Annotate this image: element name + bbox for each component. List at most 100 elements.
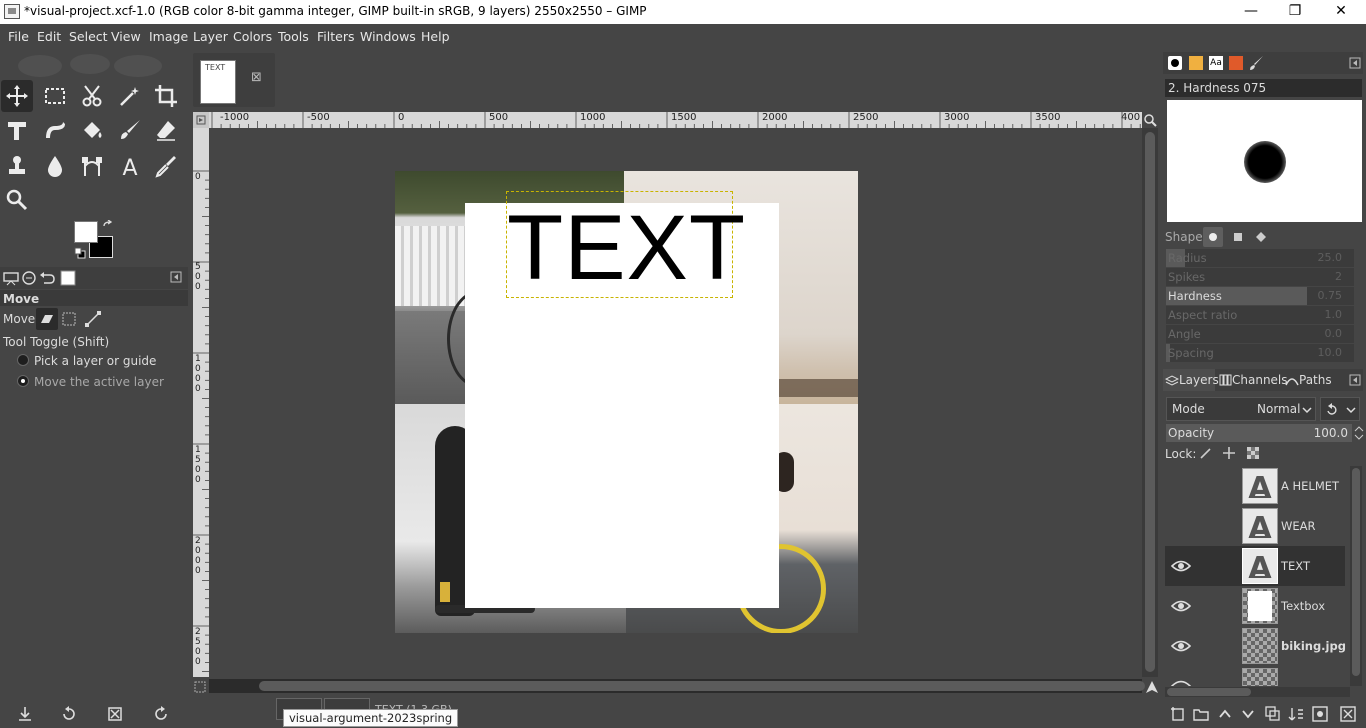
warp-transform-tool-button[interactable]	[39, 114, 71, 146]
eye-icon[interactable]	[1171, 598, 1191, 614]
angle-slider[interactable]: Angle 0.0	[1166, 325, 1354, 343]
paths-tab[interactable]: Paths	[1285, 369, 1335, 391]
fonts-tab[interactable]: Aa	[1209, 56, 1223, 70]
vertical-scrollbar[interactable]	[1142, 128, 1158, 677]
delete-tool-preset-icon[interactable]	[106, 705, 124, 723]
layer-row-textbox[interactable]: Textbox	[1165, 586, 1345, 626]
diamond-shape-icon[interactable]	[1252, 228, 1270, 246]
reset-tool-options-icon[interactable]	[152, 705, 170, 723]
paintbrush-tool-button[interactable]	[114, 114, 146, 146]
brushes-configure-icon[interactable]	[1349, 57, 1361, 69]
lower-layer-icon[interactable]	[1240, 706, 1256, 722]
pick-layer-radio[interactable]	[17, 354, 29, 366]
layer-row-wear[interactable]: A WEAR	[1165, 506, 1345, 546]
channels-tab[interactable]: Channels	[1217, 369, 1288, 391]
horizontal-scroll-thumb[interactable]	[259, 681, 1145, 691]
patterns-tab[interactable]	[1189, 56, 1203, 70]
text-layer[interactable]: TEXT	[506, 191, 745, 298]
zoom-image-when-window-size-changes-icon[interactable]	[1142, 112, 1158, 128]
layers-horizontal-scrollbar[interactable]	[1165, 687, 1350, 697]
ruler-corner[interactable]	[193, 112, 209, 128]
restore-tool-preset-icon[interactable]	[60, 705, 78, 723]
default-colors-icon[interactable]	[74, 247, 86, 259]
close-image-tab-icon[interactable]: ⊠	[251, 70, 262, 85]
quick-mask-button[interactable]	[193, 680, 209, 694]
menu-file[interactable]: File	[8, 29, 29, 44]
layers-h-scroll-thumb[interactable]	[1167, 688, 1251, 696]
layers-scroll-thumb[interactable]	[1352, 468, 1360, 676]
menu-layer[interactable]: Layer	[193, 29, 228, 44]
device-status-tab-icon[interactable]	[20, 269, 38, 287]
opacity-slider[interactable]: Opacity 100.0	[1166, 424, 1352, 442]
eye-icon[interactable]	[1171, 638, 1191, 654]
menu-windows[interactable]: Windows	[360, 29, 416, 44]
layer-mode-dropdown[interactable]: Mode Normal	[1166, 397, 1316, 421]
menu-image[interactable]: Image	[149, 29, 188, 44]
paths-tool-button[interactable]	[76, 150, 108, 182]
move-active-layer-radio[interactable]	[17, 375, 29, 387]
raise-layer-icon[interactable]	[1217, 706, 1233, 722]
layers-configure-icon[interactable]	[1349, 374, 1361, 386]
move-tool-button[interactable]	[1, 80, 33, 112]
menu-colors[interactable]: Colors	[233, 29, 272, 44]
circle-shape-button[interactable]	[1203, 227, 1223, 247]
restore-button[interactable]: ❐	[1272, 0, 1318, 24]
spikes-slider[interactable]: Spikes 2	[1166, 268, 1354, 286]
lock-alpha-icon[interactable]	[1246, 446, 1260, 460]
tool-presets-tab[interactable]	[1229, 56, 1243, 70]
layer-row-partial[interactable]	[1165, 666, 1345, 686]
zoom-tool-button[interactable]	[1, 184, 33, 216]
eraser-tool-button[interactable]	[150, 114, 182, 146]
move-selection-mode-button[interactable]	[61, 311, 77, 327]
undo-history-tab-icon[interactable]	[38, 269, 56, 287]
crop-tool-button[interactable]	[150, 80, 182, 112]
menu-edit[interactable]: Edit	[37, 29, 61, 44]
scissors-select-tool-button[interactable]	[76, 80, 108, 112]
duplicate-layer-icon[interactable]	[1265, 706, 1281, 722]
radius-slider[interactable]: Radius 25.0	[1166, 249, 1354, 267]
layers-vertical-scrollbar[interactable]	[1350, 466, 1362, 686]
bucket-fill-tool-button[interactable]	[76, 114, 108, 146]
eye-icon[interactable]	[1171, 678, 1191, 686]
clone-tool-button[interactable]	[1, 150, 33, 182]
horizontal-scrollbar[interactable]	[209, 679, 1145, 693]
move-layer-mode-button[interactable]	[36, 308, 58, 330]
configure-tab-icon[interactable]	[170, 271, 182, 283]
menu-view[interactable]: View	[111, 29, 141, 44]
fuzzy-select-tool-button[interactable]	[114, 80, 146, 112]
layers-tab[interactable]: Layers	[1163, 369, 1219, 391]
lock-position-icon[interactable]	[1222, 446, 1236, 460]
new-layer-group-icon[interactable]	[1193, 706, 1209, 722]
horizontal-ruler[interactable]: -1000 -500 0 500 1000 1500 2000 2500 300…	[209, 112, 1142, 128]
layer-mask-icon[interactable]	[1312, 706, 1328, 722]
square-shape-icon[interactable]	[1229, 228, 1247, 246]
layer-row-biking[interactable]: biking.jpg	[1165, 626, 1346, 666]
pick-layer-label[interactable]: Pick a layer or guide	[34, 354, 156, 368]
merge-layer-icon[interactable]	[1288, 706, 1304, 722]
layers-list[interactable]: A A HELMET A WEAR A TEXT Textbox biking.…	[1160, 466, 1350, 686]
text-tool-button[interactable]: A	[114, 150, 146, 182]
spacing-slider[interactable]: Spacing 10.0	[1166, 344, 1354, 362]
foreground-color-swatch[interactable]	[74, 221, 98, 243]
brushes-tab[interactable]	[1168, 56, 1182, 70]
smudge-tool-button[interactable]	[39, 150, 71, 182]
layer-row-a-helmet[interactable]: A A HELMET	[1165, 466, 1345, 506]
composite-mode-button[interactable]	[1320, 397, 1360, 421]
minimize-button[interactable]: —	[1228, 0, 1274, 24]
hardness-slider[interactable]: Hardness 0.75	[1166, 287, 1354, 305]
navigate-image-icon[interactable]	[1144, 679, 1160, 695]
close-window-button[interactable]: ✕	[1318, 0, 1364, 24]
menu-tools[interactable]: Tools	[278, 29, 309, 44]
aspect-ratio-slider[interactable]: Aspect ratio 1.0	[1166, 306, 1354, 324]
move-active-layer-label[interactable]: Move the active layer	[34, 375, 164, 389]
unified-transform-tool-button[interactable]	[1, 114, 33, 146]
delete-layer-icon[interactable]	[1340, 706, 1356, 722]
rect-select-tool-button[interactable]	[39, 80, 71, 112]
vertical-scroll-thumb[interactable]	[1145, 132, 1155, 672]
new-layer-icon[interactable]	[1170, 706, 1186, 722]
images-tab-icon[interactable]	[59, 269, 77, 287]
save-tool-preset-icon[interactable]	[16, 705, 34, 723]
image-canvas[interactable]: TEXT	[209, 128, 1142, 677]
paint-dynamics-tab-icon[interactable]	[1249, 55, 1265, 71]
eye-icon[interactable]	[1171, 558, 1191, 574]
